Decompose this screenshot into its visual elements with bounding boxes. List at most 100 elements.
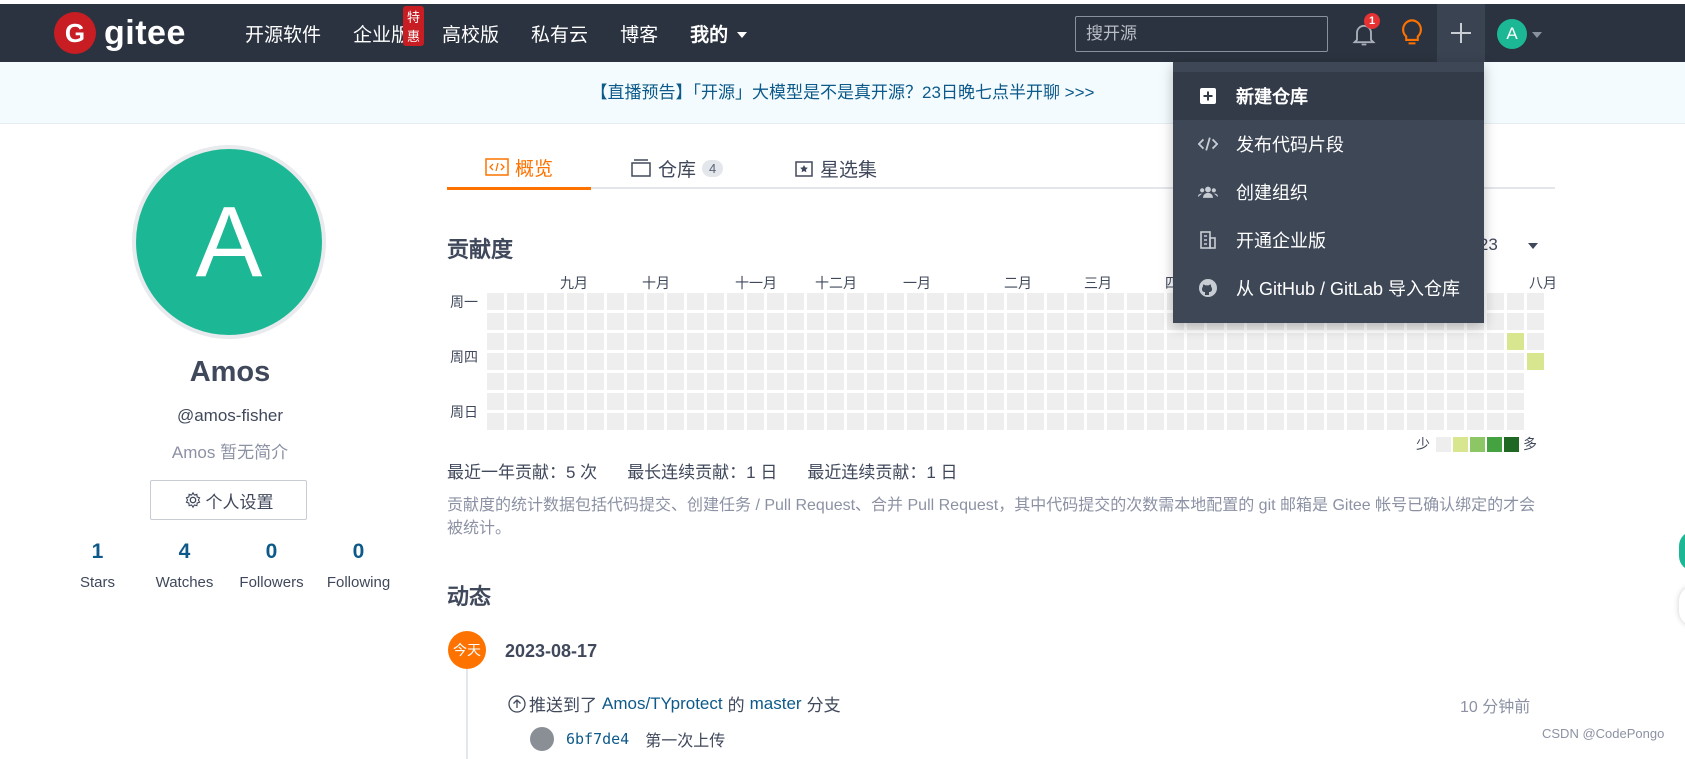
- contribution-cell: [1067, 393, 1084, 410]
- stat-watches[interactable]: 4 Watches: [141, 540, 228, 591]
- nav-mine[interactable]: 我的: [690, 20, 748, 47]
- contribution-cell: [507, 293, 524, 310]
- contribution-cell: [1327, 393, 1344, 410]
- contribution-cell: [807, 293, 824, 310]
- search-input[interactable]: [1075, 16, 1328, 52]
- contribution-cell: [727, 293, 744, 310]
- contribution-longest: 最长连续贡献：1 日: [627, 463, 778, 482]
- contribution-cell: [627, 333, 644, 350]
- contribution-cell: [1147, 313, 1164, 330]
- contribution-cell: [767, 333, 784, 350]
- contribution-cell: [927, 393, 944, 410]
- nav-enterprise[interactable]: 企业版 特惠: [353, 5, 425, 47]
- lightbulb-icon[interactable]: [1398, 18, 1426, 48]
- contribution-cell: [947, 393, 964, 410]
- contribution-cell: [707, 413, 724, 430]
- contribution-cell: [627, 393, 644, 410]
- contribution-cell: [1287, 393, 1304, 410]
- contribution-cell: [607, 313, 624, 330]
- contribution-cell: [1007, 333, 1024, 350]
- contribution-cell: [827, 373, 844, 390]
- building-icon: [1198, 230, 1218, 250]
- repo-link[interactable]: Amos/TYprotect: [602, 694, 723, 714]
- contribution-cell: [767, 373, 784, 390]
- contribution-cell: [1107, 373, 1124, 390]
- contribution-cell: [787, 393, 804, 410]
- contribution-cell: [987, 373, 1004, 390]
- stat-followers[interactable]: 0 Followers: [228, 540, 315, 591]
- contribution-cell: [807, 353, 824, 370]
- contribution-cell: [547, 353, 564, 370]
- menu-label: 从 GitHub / GitLab 导入仓库: [1236, 279, 1461, 299]
- contribution-cell: [847, 373, 864, 390]
- contribution-cell: [647, 353, 664, 370]
- nav-blog[interactable]: 博客: [620, 20, 658, 47]
- contribution-cell: [807, 413, 824, 430]
- menu-create-org[interactable]: 创建组织: [1173, 168, 1484, 216]
- user-avatar-menu[interactable]: A: [1497, 19, 1527, 49]
- contribution-cell: [1507, 293, 1524, 310]
- contribution-cell: [1107, 313, 1124, 330]
- gear-icon: [185, 491, 200, 509]
- branch-link[interactable]: master: [750, 694, 802, 714]
- side-float-button[interactable]: [1679, 531, 1685, 571]
- contribution-cell: [1087, 333, 1104, 350]
- nav-private-cloud[interactable]: 私有云: [531, 20, 588, 47]
- contribution-cell: [887, 393, 904, 410]
- nav-open-source[interactable]: 开源软件: [245, 20, 321, 47]
- tab-star-collections[interactable]: 星选集: [794, 147, 877, 189]
- contribution-cell: [607, 333, 624, 350]
- create-plus-button[interactable]: [1437, 4, 1485, 62]
- chevron-down-icon: [1532, 32, 1542, 38]
- contribution-cell: [1387, 353, 1404, 370]
- contribution-legend: 少 多: [1416, 434, 1537, 454]
- menu-import-repo[interactable]: 从 GitHub / GitLab 导入仓库: [1173, 264, 1484, 312]
- contribution-cell: [587, 413, 604, 430]
- contribution-summary: 最近一年贡献：5 次 最长连续贡献：1 日 最近连续贡献：1 日: [447, 458, 988, 483]
- contribution-cell: [687, 413, 704, 430]
- commit-hash-link[interactable]: 6bf7de4: [566, 730, 629, 748]
- contribution-cell: [547, 313, 564, 330]
- top-navbar: G gitee 开源软件 企业版 特惠 高校版 私有云 博客 我的 1 A: [0, 0, 1685, 62]
- side-float-button[interactable]: [1679, 586, 1685, 626]
- month-label: 一月: [903, 275, 931, 291]
- contribution-cell: [1227, 373, 1244, 390]
- contribution-cell: [1487, 393, 1504, 410]
- contribution-cell: [767, 313, 784, 330]
- contribution-cell: [1387, 393, 1404, 410]
- contribution-cell: [567, 313, 584, 330]
- tab-overview[interactable]: 概览: [447, 147, 592, 190]
- contribution-cell: [827, 393, 844, 410]
- contribution-cell: [627, 373, 644, 390]
- contribution-cell: [947, 293, 964, 310]
- stat-following[interactable]: 0 Following: [315, 540, 402, 591]
- month-label: 八月: [1529, 275, 1557, 291]
- menu-new-repo[interactable]: 新建仓库: [1173, 72, 1484, 120]
- contribution-cell: [567, 333, 584, 350]
- contribution-cell: [647, 413, 664, 430]
- contribution-cell: [907, 373, 924, 390]
- contribution-cell: [1527, 293, 1544, 310]
- stat-stars[interactable]: 1 Stars: [54, 540, 141, 591]
- menu-publish-snippet[interactable]: 发布代码片段: [1173, 120, 1484, 168]
- menu-enterprise[interactable]: 开通企业版: [1173, 216, 1484, 264]
- contribution-cell: [1167, 353, 1184, 370]
- personal-settings-button[interactable]: 个人设置: [150, 480, 307, 520]
- contribution-cell: [1367, 353, 1384, 370]
- month-label: 十二月: [815, 275, 857, 291]
- gitee-logo[interactable]: G gitee: [54, 12, 186, 54]
- contribution-cell: [1447, 373, 1464, 390]
- profile-stats: 1 Stars 4 Watches 0 Followers 0 Followin…: [54, 540, 402, 591]
- nav-education[interactable]: 高校版: [442, 20, 499, 47]
- contribution-cell: [907, 393, 924, 410]
- stat-number: 0: [265, 540, 278, 563]
- contribution-cell: [1067, 333, 1084, 350]
- contribution-cell: [1227, 393, 1244, 410]
- contribution-cell: [987, 293, 1004, 310]
- contribution-cell: [547, 393, 564, 410]
- contribution-cell: [1407, 393, 1424, 410]
- contribution-cell: [767, 293, 784, 310]
- contribution-cell: [887, 373, 904, 390]
- tab-repositories[interactable]: 仓库 4: [630, 147, 724, 189]
- contribution-cell: [1207, 373, 1224, 390]
